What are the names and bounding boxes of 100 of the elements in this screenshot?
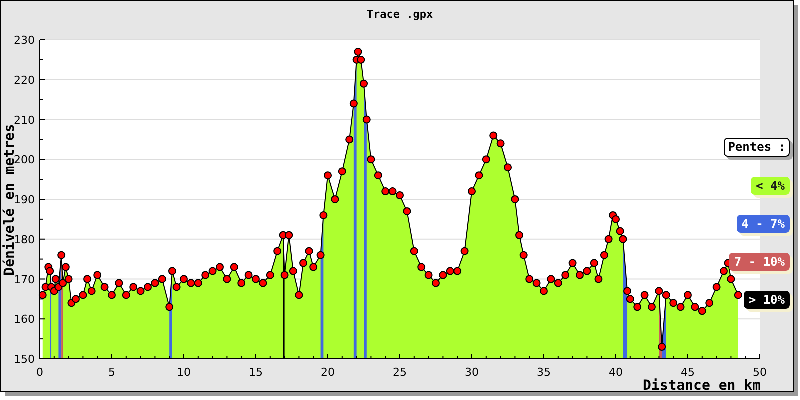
data-point xyxy=(662,291,670,300)
data-point xyxy=(520,251,528,260)
data-point xyxy=(259,279,268,288)
data-point xyxy=(230,263,238,272)
data-point xyxy=(698,307,706,316)
data-point xyxy=(676,303,685,312)
data-point xyxy=(187,279,196,288)
data-point xyxy=(94,271,102,280)
axis-tick-label: 160 xyxy=(14,313,35,326)
axis-tick-label: 190 xyxy=(14,194,35,206)
data-point xyxy=(655,287,664,296)
data-point xyxy=(59,279,68,288)
data-point xyxy=(289,267,298,276)
data-point xyxy=(316,251,325,260)
data-point xyxy=(367,156,376,164)
data-point xyxy=(166,303,174,312)
data-point xyxy=(88,287,96,296)
data-point xyxy=(58,251,66,260)
data-point xyxy=(172,283,181,292)
data-point xyxy=(350,100,358,108)
data-point xyxy=(46,267,54,276)
legend-item: > 10% xyxy=(744,291,790,309)
data-point xyxy=(136,287,145,296)
data-point xyxy=(547,275,556,284)
legend-item: 4 - 7% xyxy=(736,215,790,233)
data-point xyxy=(504,164,512,172)
data-point xyxy=(115,279,124,288)
data-point xyxy=(52,275,60,284)
axis-tick-label: 40 xyxy=(609,366,623,379)
legend-item: 7 - 10% xyxy=(729,253,790,271)
data-point xyxy=(410,247,418,256)
data-point xyxy=(594,275,603,284)
data-point xyxy=(568,259,577,268)
data-point xyxy=(418,263,426,272)
axis-tick-label: 25 xyxy=(393,366,407,379)
axis-tick-label: 170 xyxy=(14,273,35,286)
data-point xyxy=(712,283,721,292)
data-point xyxy=(223,275,232,284)
data-point xyxy=(238,279,246,288)
data-point xyxy=(734,291,742,300)
data-point xyxy=(64,275,73,284)
legend-title: Pentes : xyxy=(724,138,790,157)
data-point xyxy=(403,207,412,216)
data-point xyxy=(244,271,253,280)
data-point xyxy=(670,299,678,308)
data-point xyxy=(600,251,608,260)
data-point xyxy=(684,291,692,300)
axis-tick-label: 50 xyxy=(753,366,767,379)
axis-tick-label: 45 xyxy=(681,366,695,379)
axis-tick-label: 35 xyxy=(537,366,551,379)
data-point xyxy=(604,235,613,244)
data-point xyxy=(79,291,88,300)
data-point xyxy=(295,291,304,300)
axis-tick-label: 220 xyxy=(14,74,35,87)
data-point xyxy=(475,172,484,180)
data-point xyxy=(130,283,138,292)
data-point xyxy=(590,259,598,268)
data-point xyxy=(619,235,628,244)
data-point xyxy=(310,263,318,272)
data-point xyxy=(626,295,634,304)
data-point xyxy=(84,275,92,284)
axis-tick-label: 10 xyxy=(177,366,191,379)
data-point xyxy=(266,271,274,280)
chart-title: Trace .gpx xyxy=(366,8,434,21)
data-point xyxy=(511,196,520,204)
axis-tick-label: 230 xyxy=(14,34,35,47)
data-point xyxy=(616,227,624,236)
data-point xyxy=(562,271,570,280)
axis-tick-label: 5 xyxy=(108,366,116,379)
data-point xyxy=(374,172,382,180)
data-point xyxy=(727,275,736,284)
data-point xyxy=(285,231,294,240)
data-point xyxy=(151,279,160,288)
data-point xyxy=(202,271,210,280)
data-point xyxy=(360,80,368,88)
data-point xyxy=(634,303,642,312)
axis-tick-label: 210 xyxy=(14,114,35,127)
axis-tick-label: 30 xyxy=(465,366,479,379)
data-point xyxy=(516,231,524,240)
data-point xyxy=(526,275,534,284)
data-point xyxy=(706,299,714,308)
data-point xyxy=(354,48,362,56)
data-point xyxy=(208,267,217,276)
data-point xyxy=(38,291,47,300)
data-point xyxy=(496,140,505,148)
data-point xyxy=(382,188,390,196)
data-point xyxy=(320,211,328,220)
data-point xyxy=(691,303,700,312)
axis-tick-label: 150 xyxy=(14,353,35,366)
data-point xyxy=(658,343,666,352)
data-point xyxy=(424,271,433,280)
data-point xyxy=(331,196,340,204)
axis-tick-label: 15 xyxy=(249,366,263,379)
legend-item: < 4% xyxy=(751,177,790,195)
data-point xyxy=(194,279,202,288)
data-point xyxy=(446,267,454,276)
data-point xyxy=(100,283,109,292)
data-point xyxy=(280,271,289,280)
data-point xyxy=(324,172,332,180)
data-point xyxy=(158,275,166,284)
